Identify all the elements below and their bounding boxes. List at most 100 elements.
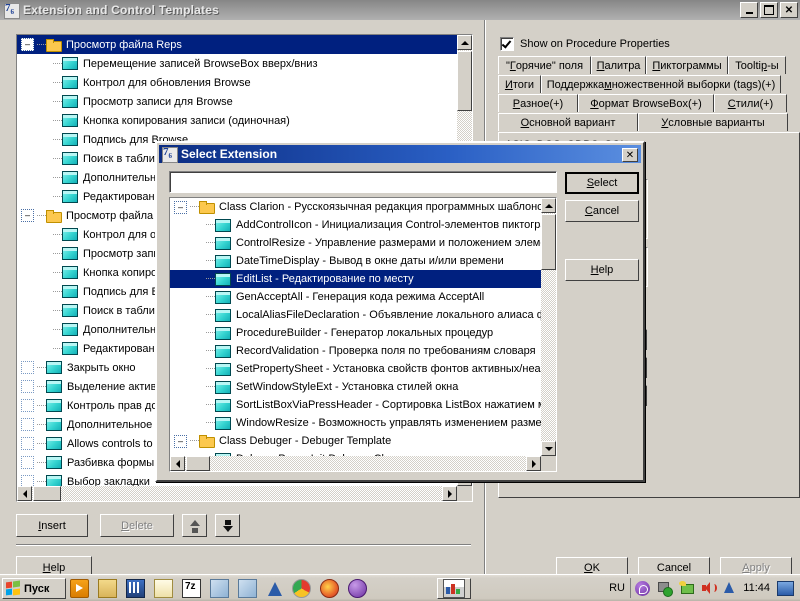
show-on-procedure-properties-checkbox[interactable]: Show on Procedure Properties [500,37,670,51]
tab-4-2[interactable]: Условные варианты [638,113,788,131]
quick-launch-bar[interactable]: 7z [70,579,367,598]
language-indicator[interactable]: RU [609,582,625,594]
collapse-box-icon[interactable]: – [174,435,187,448]
monitor-green-icon[interactable] [679,581,694,595]
tree-item[interactable]: Контрол для обновления Browse [17,73,457,92]
tree-connector [53,305,62,316]
viber-icon[interactable] [348,579,367,598]
insert-button[interactable]: Insert [16,514,88,537]
dialog-scroll-thumb-vertical[interactable] [541,214,556,270]
triangle-blue-icon[interactable] [723,581,736,595]
dialog-help-button[interactable]: Help [565,259,639,281]
notepad-icon[interactable] [154,579,173,598]
tree-item-label: Class Debuger - Debuger Template [219,435,391,447]
scroll-left-button[interactable] [17,486,32,501]
tab-4-1[interactable]: Основной вариант [498,113,638,131]
volume-icon[interactable] [701,581,716,595]
scroll-up-button[interactable] [457,35,472,50]
dialog-scroll-up-button[interactable] [541,198,556,213]
tab-2-1[interactable]: Итоги [498,75,541,93]
control-template-icon [215,309,231,322]
tree-item[interactable]: SetPropertySheet - Установка свойств фон… [170,360,542,378]
dialog-cancel-button[interactable]: Cancel [565,200,639,222]
tree-item[interactable]: –Просмотр файла Reps [17,35,457,54]
tab-1-1[interactable]: "Горячие" поля [498,56,591,74]
viber-tray-icon[interactable] [635,581,650,596]
firefox-icon[interactable] [320,579,339,598]
property-tabs[interactable]: "Горячие" поляПалитраПиктограммыTooltip-… [498,56,800,132]
tree-item[interactable]: GenAcceptAll - Генерация кода режима Acc… [170,288,542,306]
show-desktop-icon[interactable] [777,581,794,596]
tree-item[interactable]: LocalAliasFileDeclaration - Объявление л… [170,306,542,324]
network-icon[interactable] [657,581,672,595]
scroll-thumb-horizontal[interactable] [33,486,61,501]
tab-3-3[interactable]: Стили(+) [714,94,787,112]
editor-pen-icon[interactable] [210,579,229,598]
tree-item[interactable]: ControlResize - Управление размерами и п… [170,234,542,252]
collapse-box-icon[interactable]: – [174,201,187,214]
control-template-icon [62,342,78,355]
move-down-button[interactable] [215,514,240,537]
checkbox-box[interactable] [500,37,514,51]
dialog-titlebar[interactable]: 76 Select Extension ✕ [159,145,641,163]
scroll-right-button[interactable] [442,486,457,501]
start-button[interactable]: Пуск [2,578,66,599]
tab-3-1[interactable]: Разное(+) [498,94,578,112]
folder-explorer-icon[interactable] [98,579,117,598]
collapse-box-icon[interactable]: – [21,209,34,222]
expand-box-icon[interactable] [21,399,34,412]
extension-list[interactable]: –Class Clarion - Русскоязычная редакция … [170,198,542,457]
tree-item[interactable]: Просмотр записи для Browse [17,92,457,111]
tab-3-2[interactable]: Формат BrowseBox(+) [578,94,714,112]
chrome-icon[interactable] [292,579,311,598]
7zip-icon[interactable]: 7z [182,579,201,598]
close-icon[interactable]: ✕ [780,2,798,18]
dialog-close-icon[interactable]: ✕ [622,148,638,162]
dialog-scroll-right-button[interactable] [526,456,541,471]
tab-1-2[interactable]: Палитра [591,56,646,74]
tree-item[interactable]: SortListBoxViaPressHeader - Сортировка L… [170,396,542,414]
media-player-icon[interactable] [70,579,89,598]
dialog-horizontal-scrollbar[interactable] [170,456,541,471]
tree-item[interactable]: – Class Debuger - Debuger Template [170,432,542,450]
taskbar-task-button[interactable] [437,578,471,599]
tree-item[interactable]: Перемещение записей BrowseBox вверх/вниз [17,54,457,73]
maximize-icon[interactable] [760,2,778,18]
scroll-thumb-vertical[interactable] [457,51,472,111]
library-books-icon[interactable] [126,579,145,598]
minimize-icon[interactable] [740,2,758,18]
tree-item[interactable]: Кнопка копирования записи (одиночная) [17,111,457,130]
main-window-titlebar[interactable]: 76 Extension and Control Templates ✕ [0,0,800,20]
editor-pen2-icon[interactable] [238,579,257,598]
expand-box-icon[interactable] [21,380,34,393]
winamp-icon[interactable] [266,580,283,597]
expand-box-icon[interactable] [21,361,34,374]
dialog-scroll-down-button[interactable] [541,441,556,456]
extension-list-panel[interactable]: –Class Clarion - Русскоязычная редакция … [169,197,557,472]
tab-1-3[interactable]: Пиктограммы [646,56,728,74]
tree-item[interactable]: SetWindowStyleExt - Установка стилей окн… [170,378,542,396]
dialog-vertical-scrollbar[interactable] [541,198,556,456]
extension-search-input[interactable] [169,171,557,193]
control-template-icon [62,323,78,336]
expand-box-icon[interactable] [21,456,34,469]
tab-1-4[interactable]: Tooltip-ы [728,56,786,74]
tree-item[interactable]: ProcedureBuilder - Генератор локальных п… [170,324,542,342]
tree-item[interactable]: WindowResize - Возможность управлять изм… [170,414,542,432]
taskbar-clock[interactable]: 11:44 [743,582,770,594]
dialog-select-button[interactable]: Select [565,172,639,194]
tree-item[interactable]: –Class Clarion - Русскоязычная редакция … [170,198,542,216]
tab-2-2[interactable]: Поддержка множественной выборки (tags)(+… [541,75,781,93]
tree-horizontal-scrollbar[interactable] [17,486,457,501]
expand-box-icon[interactable] [21,437,34,450]
tree-item[interactable]: AddControlIcon - Инициализация Control-э… [170,216,542,234]
dialog-scroll-thumb-horizontal[interactable] [186,456,210,471]
tree-item[interactable]: DateTimeDisplay - Вывод в окне даты и/ил… [170,252,542,270]
move-up-button[interactable] [182,514,207,537]
tree-item[interactable]: RecordValidation - Проверка поля по треб… [170,342,542,360]
expand-box-icon[interactable] [21,418,34,431]
tree-item[interactable]: EditList - Редактирование по месту [170,270,542,288]
dialog-scroll-left-button[interactable] [170,456,185,471]
collapse-box-icon[interactable]: – [21,38,34,51]
delete-button[interactable]: Delete [100,514,174,537]
